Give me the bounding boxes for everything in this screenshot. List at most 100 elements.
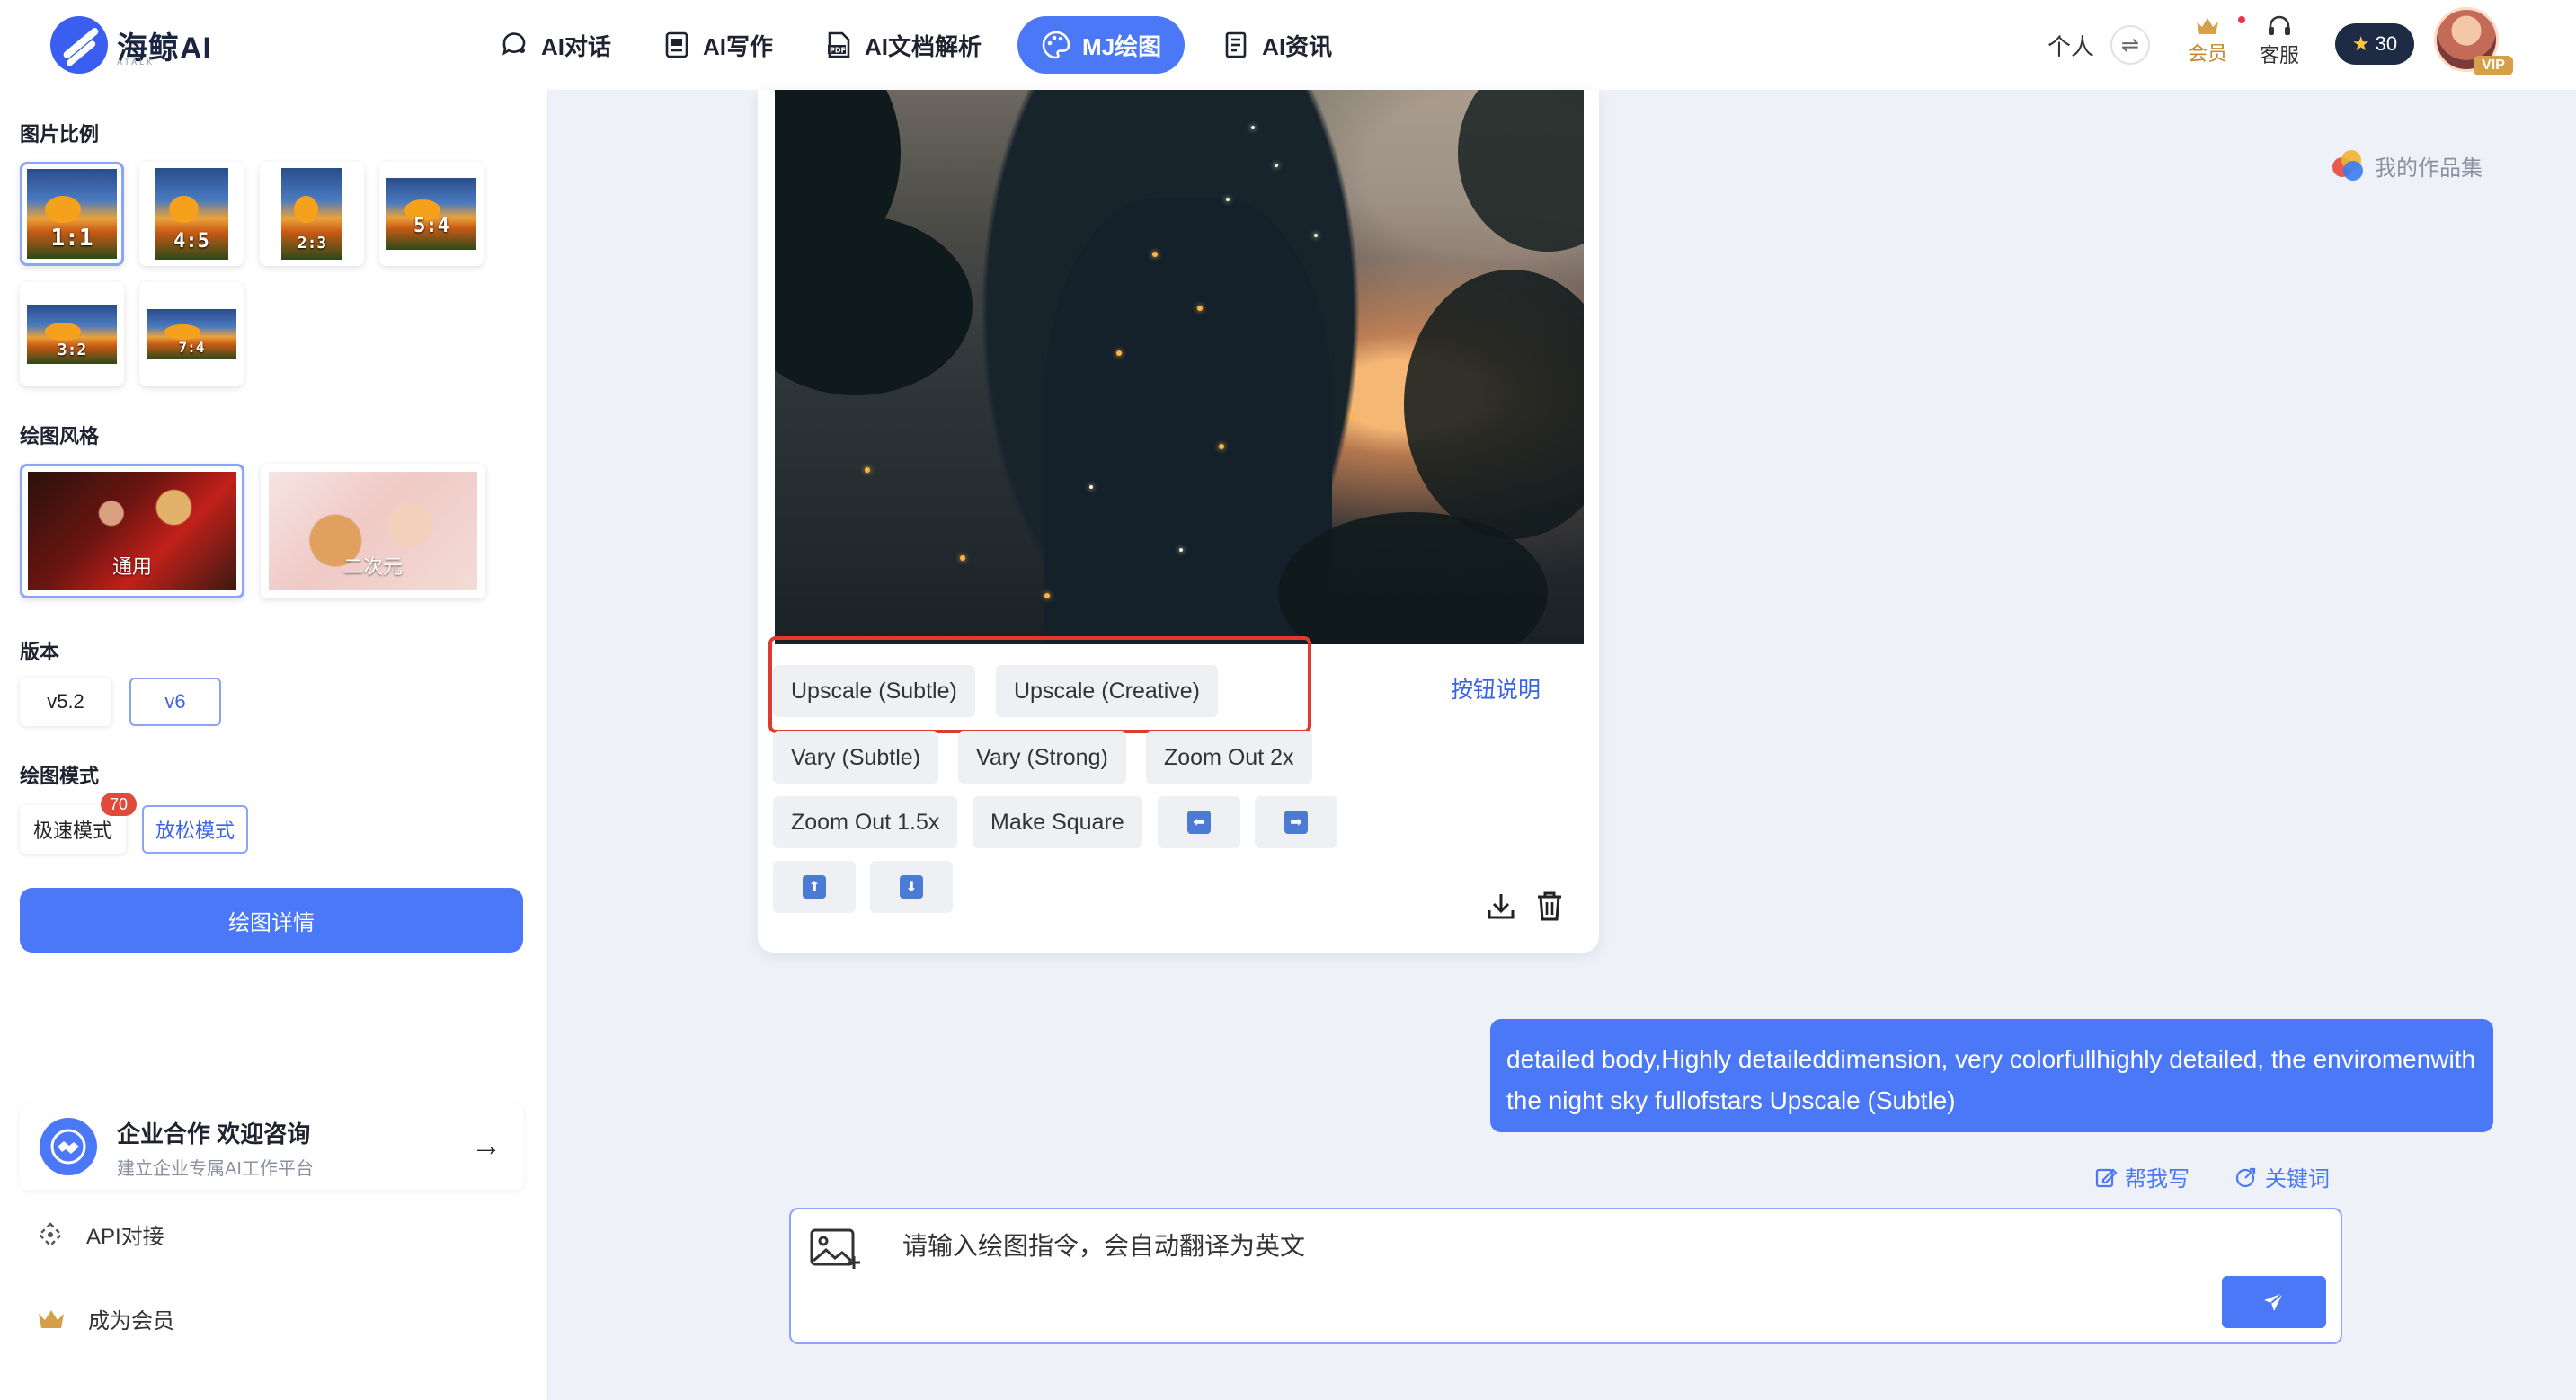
ratio-option-2-3[interactable]: 2:3 [260, 162, 364, 266]
api-link[interactable]: API对接 [36, 1218, 164, 1250]
style-label: 通用 [111, 555, 152, 578]
customer-service-link[interactable]: 客服 [2260, 14, 2299, 68]
prompt-input-box [789, 1208, 2342, 1344]
style-thumbnail: 通用 [28, 472, 236, 590]
keywords-label: 关键词 [2265, 1167, 2330, 1192]
write-icon [662, 30, 692, 60]
whale-logo-icon [50, 16, 108, 74]
tree-branch [1458, 90, 1584, 252]
style-thumbnail: 二次元 [269, 472, 477, 590]
ratio-thumbnail: 4:5 [155, 168, 228, 260]
gallery-icon [2330, 147, 2366, 183]
pan-left-button[interactable]: ⬅ [1158, 796, 1240, 848]
drawing-detail-button[interactable]: 绘图详情 [20, 888, 523, 953]
swap-icon[interactable]: ⇌ [2110, 25, 2150, 65]
tree-branch [1404, 270, 1584, 539]
vary-strong-button[interactable]: Vary (Strong) [958, 731, 1126, 784]
star-sparkle [1152, 252, 1158, 257]
arrow-up-icon: ⬆ [803, 875, 826, 899]
nav-label: AI文档解析 [865, 32, 982, 60]
coin-balance[interactable]: ★ 30 [2335, 23, 2414, 65]
fast-count-badge: 70 [101, 793, 137, 816]
arrow-down-icon: ⬇ [900, 875, 923, 899]
button-explanation-link[interactable]: 按钮说明 [1451, 672, 1541, 704]
version-v6[interactable]: v6 [129, 678, 221, 726]
ratio-thumbnail: 7:4 [147, 309, 236, 359]
ratio-label: 4:5 [173, 229, 209, 253]
gallery-label: 我的作品集 [2375, 155, 2483, 181]
mode-section-title: 绘图模式 [20, 765, 100, 787]
nav-ai-news[interactable]: AI资讯 [1206, 16, 1346, 74]
keywords-button[interactable]: 关键词 [2234, 1161, 2330, 1192]
service-label: 客服 [2260, 44, 2300, 66]
enterprise-card[interactable]: 企业合作 欢迎咨询 建立企业专属AI工作平台 → [20, 1103, 523, 1190]
api-label: API对接 [86, 1225, 164, 1249]
vip-badge: VIP [2474, 56, 2513, 75]
version-v5-2[interactable]: v5.2 [20, 678, 111, 726]
style-option-general[interactable]: 通用 [20, 464, 244, 598]
crown-icon [2197, 18, 2218, 34]
style-label: 二次元 [342, 555, 403, 578]
pan-down-button[interactable]: ⬇ [870, 861, 953, 913]
ratio-thumbnail: 5:4 [386, 178, 476, 250]
personal-link[interactable]: 个人 [2047, 29, 2094, 62]
highlight-box [768, 636, 1311, 733]
keyword-icon [2235, 1167, 2256, 1187]
coin-count: 30 [2375, 32, 2398, 55]
my-gallery-link[interactable]: 我的作品集 [2330, 147, 2483, 183]
nav-ai-writing[interactable]: AI写作 [647, 16, 787, 74]
arrow-right-icon: ➡ [1284, 811, 1308, 834]
star-sparkle [1044, 593, 1050, 598]
ratio-option-1-1[interactable]: 1:1 [20, 162, 124, 266]
delete-icon[interactable] [1532, 888, 1568, 924]
star-sparkle [960, 555, 965, 561]
style-option-anime[interactable]: 二次元 [261, 464, 485, 598]
pan-up-button[interactable]: ⬆ [773, 861, 856, 913]
star-sparkle [1219, 444, 1224, 449]
nav-label: AI资讯 [1262, 32, 1333, 60]
ratio-label: 5:4 [413, 214, 449, 237]
ratio-option-7-4[interactable]: 7:4 [139, 282, 244, 386]
ratio-label: 1:1 [50, 225, 93, 252]
handshake-icon [40, 1118, 97, 1175]
ratio-option-4-5[interactable]: 4:5 [139, 162, 244, 266]
prompt-input[interactable] [902, 1224, 2161, 1269]
star-sparkle [1116, 350, 1122, 356]
arrow-right-icon: → [471, 1129, 502, 1163]
vary-subtle-button[interactable]: Vary (Subtle) [773, 731, 939, 784]
generated-image[interactable] [775, 90, 1584, 644]
image-upload-icon[interactable] [809, 1227, 863, 1272]
member-label: 成为会员 [88, 1309, 174, 1334]
ratio-option-5-4[interactable]: 5:4 [379, 162, 484, 266]
ratio-thumbnail: 1:1 [27, 169, 117, 259]
api-icon [38, 1221, 63, 1247]
zoom-out-1-5x-button[interactable]: Zoom Out 1.5x [773, 796, 958, 848]
mode-relax[interactable]: 放松模式 [142, 805, 248, 854]
download-icon[interactable] [1483, 888, 1519, 924]
zoom-out-2x-button[interactable]: Zoom Out 2x [1146, 731, 1312, 784]
send-button[interactable] [2222, 1276, 2326, 1328]
make-square-button[interactable]: Make Square [973, 796, 1142, 848]
star-sparkle [1350, 413, 1355, 419]
enterprise-subtitle: 建立企业专属AI工作平台 [117, 1159, 314, 1179]
star-sparkle [1089, 485, 1093, 489]
ratio-label: 7:4 [178, 338, 205, 356]
ratio-section-title: 图片比例 [20, 123, 100, 146]
top-bar: 海鲸AI ATALK AI对话 AI写作 PDF AI文档解析 MJ绘图 AI资… [0, 0, 2576, 90]
edit-icon [2095, 1167, 2118, 1187]
ratio-option-3-2[interactable]: 3:2 [20, 282, 124, 386]
nav-ai-document[interactable]: PDF AI文档解析 [809, 16, 996, 74]
help-write-button[interactable]: 帮我写 [2094, 1161, 2190, 1192]
pan-right-button[interactable]: ➡ [1255, 796, 1337, 848]
vip-link[interactable]: 会员 [2188, 14, 2227, 66]
help-write-label: 帮我写 [2125, 1167, 2190, 1192]
news-icon [1221, 30, 1251, 60]
nav-mj-drawing[interactable]: MJ绘图 [1017, 16, 1186, 74]
notification-dot [2238, 16, 2245, 23]
nav-label: MJ绘图 [1082, 32, 1162, 60]
logo[interactable]: 海鲸AI ATALK [50, 16, 212, 74]
nav-ai-chat[interactable]: AI对话 [485, 16, 626, 74]
star-sparkle [865, 467, 870, 473]
prompt-helpers: 帮我写 关键词 [2094, 1161, 2330, 1192]
become-member-link[interactable]: 成为会员 [36, 1303, 174, 1334]
